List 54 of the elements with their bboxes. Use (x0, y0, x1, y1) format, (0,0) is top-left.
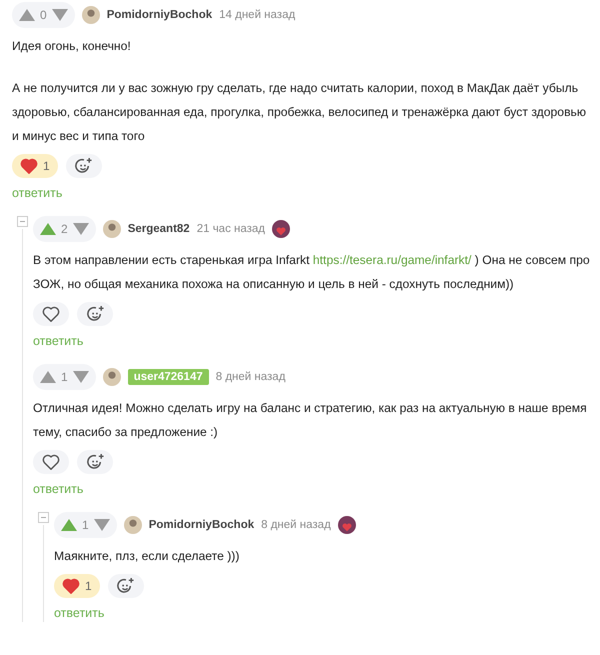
downvote-icon[interactable] (72, 223, 89, 235)
author-name[interactable]: user4726147 (128, 369, 209, 385)
like-button[interactable]: 1 (54, 574, 100, 598)
rating-score: 1 (82, 518, 89, 532)
like-button[interactable]: 1 (12, 154, 58, 178)
comment-time: 14 дней назад (219, 9, 296, 21)
heart-icon (20, 158, 38, 174)
rating-score: 0 (40, 8, 47, 22)
add-emoji-icon (74, 156, 94, 176)
comment-text: Идея огонь, конечно! (12, 38, 132, 55)
upvote-icon[interactable] (40, 223, 56, 235)
author-name[interactable]: Sergeant82 (128, 223, 190, 235)
add-emoji-icon (86, 304, 104, 324)
award-icon (338, 516, 356, 534)
author-name[interactable]: PomidorniyBochok (106, 9, 212, 21)
like-button[interactable] (33, 450, 69, 474)
downvote-icon[interactable] (72, 371, 89, 383)
award-icon (272, 220, 290, 238)
rating-score: 2 (61, 222, 68, 236)
like-button[interactable] (33, 302, 69, 326)
upvote-icon[interactable] (19, 9, 35, 21)
upvote-icon[interactable] (61, 519, 77, 531)
collapse-icon[interactable] (17, 216, 28, 227)
collapse-icon[interactable] (38, 512, 49, 523)
heart-icon (42, 306, 60, 322)
comment-time: 21 час назад (196, 223, 266, 235)
avatar-icon (124, 516, 142, 534)
reply-link[interactable]: ответить (12, 184, 62, 202)
comment-text: Маякните, плз, если сделаете ))) (54, 548, 240, 565)
reply-link[interactable]: ответить (33, 480, 84, 498)
author-name[interactable]: PomidorniyBochok (148, 519, 254, 531)
avatar-icon (102, 368, 121, 386)
add-reaction-button[interactable] (66, 154, 102, 178)
avatar-icon (102, 220, 121, 238)
comment-link[interactable]: https://tesera.ru/game/infarkt/ (312, 253, 472, 267)
comment-text: А не получится ли у вас зожную гру сделать, где надо считать калории, поход в МакДак даёт убыль здоровью, сбалансированная еда, прогулка, пробежка, велосипед и тренажёрка дают буст здоровью и минус вес и типа того (12, 80, 588, 145)
heart-icon (42, 454, 60, 470)
avatar-icon (82, 6, 100, 24)
downvote-icon[interactable] (94, 519, 110, 531)
add-reaction-button[interactable] (77, 450, 113, 474)
comment-text: В этом направлении есть старенькая игра Infarkt https://tesera.ru/game/infarkt/ ) Она не совсем про ЗОЖ, но общая механика похожа на описанную и цель в ней - сдохнуть последним)) (33, 252, 591, 293)
add-emoji-icon (86, 452, 104, 472)
add-reaction-button[interactable] (108, 574, 144, 598)
add-reaction-button[interactable] (77, 302, 113, 326)
upvote-icon[interactable] (40, 371, 56, 383)
rating-score: 1 (61, 370, 68, 384)
comment-text: Отличная идея! Можно сделать игру на баланс и стратегию, как раз на актуальную в наше время тему, спасибо за предложение :) (33, 400, 588, 441)
heart-icon (62, 578, 80, 594)
add-emoji-icon (116, 576, 136, 596)
comment-time: 8 дней назад (261, 519, 331, 531)
downvote-icon[interactable] (52, 9, 68, 21)
comment-time: 8 дней назад (216, 371, 286, 383)
reply-link[interactable]: ответить (33, 332, 84, 350)
reply-link[interactable]: ответить (54, 604, 104, 622)
